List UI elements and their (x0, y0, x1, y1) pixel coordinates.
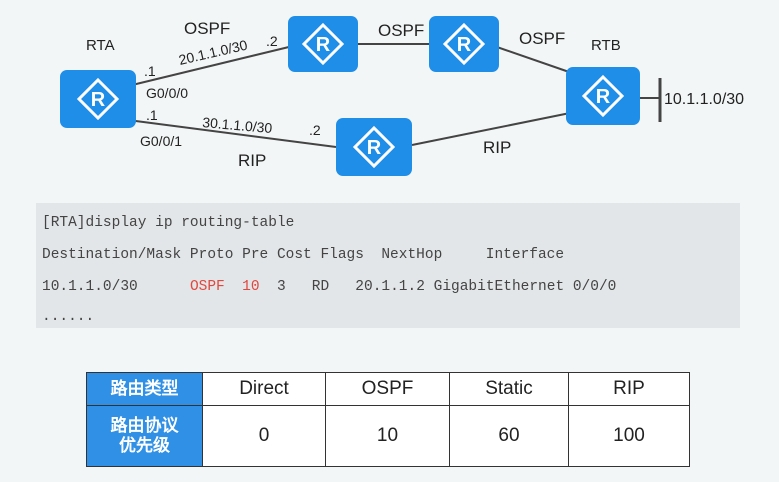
row-head-priority: 路由协议 优先级 (86, 405, 203, 467)
table-row: 路由协议 优先级 0 10 60 100 (86, 405, 690, 467)
protocol-label-rip: RIP (238, 151, 266, 170)
host-label: .1 (146, 107, 158, 123)
link-r2-rtb (493, 45, 573, 74)
route-type-cell: RIP (568, 372, 690, 406)
router-rip[interactable] (336, 118, 412, 176)
route-type-cell: Static (449, 372, 569, 406)
priority-cell: 0 (202, 405, 326, 467)
router-ospf-2[interactable] (429, 16, 499, 72)
cli-header: Destination/Mask Proto Pre Cost Flags Ne… (42, 247, 565, 263)
protocol-label-rip: RIP (483, 138, 511, 157)
host-label: .2 (266, 33, 278, 49)
router-ospf-1[interactable] (288, 16, 358, 72)
network-topology: R RTA RTB OSPF OSPF OSPF RIP RIP 20.1.1.… (60, 16, 744, 176)
protocol-label-ospf: OSPF (378, 21, 424, 40)
protocol-label-ospf: OSPF (184, 19, 230, 38)
protocol-label-ospf: OSPF (519, 29, 565, 48)
routing-table-output: [RTA]display ip routing-table Destinatio… (36, 203, 740, 328)
route-interface: GigabitEthernet 0/0/0 (433, 279, 617, 295)
router-label-rta: RTA (86, 37, 115, 54)
router-label-rtb: RTB (591, 37, 621, 54)
network-label-upper: 20.1.1.0/30 (177, 37, 249, 68)
router-rtb[interactable] (566, 67, 640, 125)
router-rta[interactable] (60, 70, 136, 128)
row-head-route-type: 路由类型 (86, 372, 203, 406)
route-destination: 10.1.1.0/30 (42, 279, 138, 295)
route-priority-table: 路由类型 Direct OSPF Static RIP 路由协议 优先级 0 10… (86, 372, 690, 467)
priority-cell: 100 (568, 405, 690, 467)
priority-cell: 10 (325, 405, 450, 467)
cli-ellipsis: ...... (42, 309, 95, 325)
priority-cell: 60 (449, 405, 569, 467)
host-label: .2 (309, 122, 321, 138)
row-head-priority-line1: 路由协议 (110, 416, 179, 435)
network-label-lower: 30.1.1.0/30 (202, 114, 273, 136)
route-nexthop: 20.1.1.2 (355, 279, 425, 295)
route-flags: RD (311, 279, 330, 295)
route-type-cell: Direct (202, 372, 326, 406)
table-row: 路由类型 Direct OSPF Static RIP (86, 372, 690, 406)
cli-command: [RTA]display ip routing-table (42, 215, 295, 231)
route-cost: 3 (276, 279, 286, 295)
interface-label: G0/0/1 (140, 133, 182, 149)
route-proto: OSPF (189, 279, 225, 295)
row-head-priority-line2: 优先级 (119, 436, 170, 455)
route-type-cell: OSPF (325, 372, 450, 406)
network-label-rtb: 10.1.1.0/30 (664, 91, 744, 108)
route-preference: 10 (242, 279, 260, 295)
interface-label: G0/0/0 (146, 85, 188, 101)
host-label: .1 (144, 63, 156, 79)
cli-route-row: 10.1.1.0/30 OSPF 10 3 RD 20.1.1.2 Gigabi… (42, 279, 616, 295)
